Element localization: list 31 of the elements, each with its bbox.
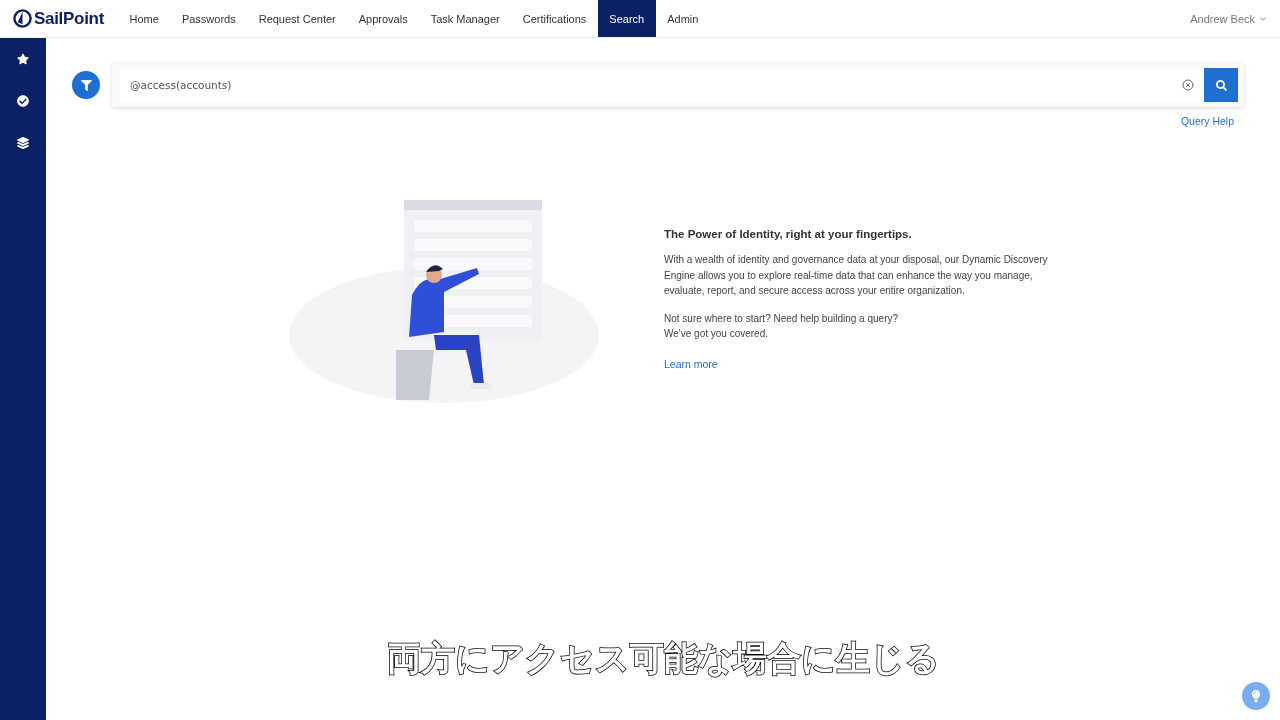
filter-button[interactable]	[72, 71, 100, 99]
help-text: Not sure where to start? Need help building a query? We've got you covered.	[664, 311, 900, 342]
search-field[interactable]: @access(accounts)	[120, 68, 1172, 102]
nav-tab[interactable]: Passwords	[170, 0, 248, 37]
nav-tab[interactable]: Certifications	[511, 0, 598, 37]
sidebar-button[interactable]	[17, 95, 29, 107]
search-icon	[1215, 79, 1227, 91]
check-badge-icon	[17, 95, 29, 107]
sidebar-button[interactable]	[17, 137, 29, 149]
sail-logo-icon	[13, 9, 32, 28]
star-icon	[17, 53, 29, 65]
nav-tab[interactable]: Admin	[655, 0, 710, 37]
nav-tab[interactable]: Request Center	[247, 0, 348, 37]
nav-tab[interactable]: Search	[597, 0, 656, 37]
nav-tab[interactable]: Approvals	[347, 0, 420, 37]
sidebar-button[interactable]	[17, 53, 29, 65]
search-button[interactable]	[1204, 68, 1238, 102]
clear-icon	[1182, 79, 1194, 91]
nav-tab[interactable]: Home	[118, 0, 171, 37]
layers-icon	[17, 137, 29, 149]
filter-icon	[80, 79, 92, 91]
nav-tab[interactable]: Task Manager	[419, 0, 512, 37]
video-subtitle: 両方にアクセス可能な場合に生じる	[385, 637, 941, 680]
intro-paragraph: With a wealth of identity and governance data at your disposal, our Dynamic Discovery Engine allows you to explore real-time data that can enhance the way you manage, evaluate, report, and secure access across your entire organization.	[664, 253, 1049, 299]
learn-more-link[interactable]: Learn more	[664, 357, 718, 370]
brand-logo[interactable]: SailPoint	[0, 0, 119, 37]
lightbulb-icon	[1250, 690, 1262, 702]
user-menu[interactable]: Andrew Beck	[1190, 0, 1280, 37]
intro-title: The Power of Identity, right at your fingertips.	[664, 228, 913, 241]
clear-button[interactable]	[1172, 68, 1204, 102]
query-help-link[interactable]: Query Help	[1180, 115, 1234, 127]
